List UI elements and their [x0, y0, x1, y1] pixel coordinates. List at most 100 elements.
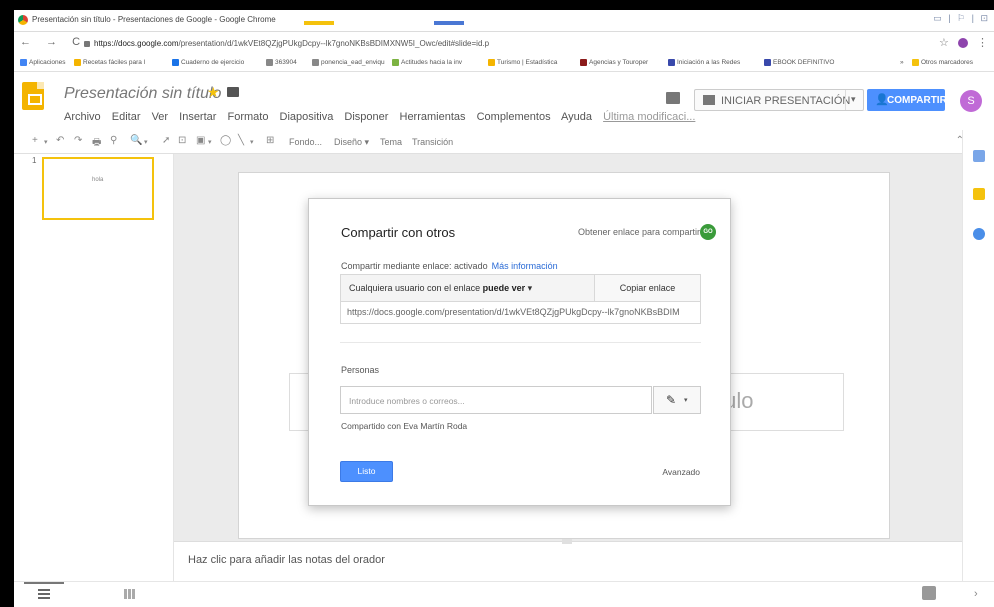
people-input[interactable]: Introduce nombres o correos...: [340, 386, 652, 414]
done-button[interactable]: Listo: [340, 461, 393, 482]
menu-herramientas[interactable]: Herramientas: [400, 111, 466, 123]
filmstrip: 1 hola: [14, 154, 174, 581]
bookmark-favicon: [764, 59, 771, 66]
explore-icon[interactable]: [922, 586, 936, 600]
advanced-link[interactable]: Avanzado: [662, 467, 700, 477]
bookmarks-bar: Aplicaciones Recetas fáciles para l Cuad…: [14, 54, 994, 72]
menu-insertar[interactable]: Insertar: [179, 111, 216, 123]
last-edit-link[interactable]: Última modificaci...: [603, 111, 695, 123]
tab-indicator[interactable]: [304, 21, 334, 25]
dialog-divider: [340, 342, 701, 343]
bookmark-item[interactable]: Actitudes hacia la inv: [392, 59, 462, 66]
people-label: Personas: [341, 365, 380, 375]
transition-button[interactable]: Transición: [412, 137, 453, 147]
share-dialog: Compartir con otros Obtener enlace para …: [308, 198, 731, 506]
menu-editar[interactable]: Editar: [112, 111, 141, 123]
zoom-dropdown-icon[interactable]: ▾: [144, 138, 148, 146]
link-access-row: Cualquiera usuario con el enlace puede v…: [340, 274, 701, 302]
present-button[interactable]: INICIAR PRESENTACIÓN ▾: [694, 89, 864, 111]
new-slide-icon[interactable]: +: [32, 135, 38, 146]
bookmark-item[interactable]: Agencias y Touroper: [580, 59, 648, 66]
notes-resize-handle[interactable]: [562, 539, 572, 544]
shape-icon[interactable]: ◯: [220, 135, 231, 146]
folder-icon: [912, 59, 919, 66]
bookmark-item[interactable]: EBOOK DEFINITIVO: [764, 59, 834, 66]
browser-menu-icon[interactable]: ⋮: [977, 37, 988, 49]
permission-dropdown[interactable]: ✎ ▾: [653, 386, 701, 414]
expand-panel-icon[interactable]: ›: [974, 588, 978, 600]
redo-icon[interactable]: ↷: [74, 135, 82, 146]
more-info-link[interactable]: Más información: [492, 261, 558, 271]
get-shareable-link[interactable]: Obtener enlace para compartir: [578, 227, 700, 237]
menu-diapositiva[interactable]: Diapositiva: [280, 111, 334, 123]
link-access-select[interactable]: Cualquiera usuario con el enlace puede v…: [341, 275, 594, 301]
window-titlebar: Presentación sin título - Presentaciones…: [14, 10, 994, 32]
image-icon[interactable]: ▣: [196, 135, 205, 146]
menu-archivo[interactable]: Archivo: [64, 111, 101, 123]
link-toggle-icon[interactable]: GO: [700, 224, 716, 240]
zoom-icon[interactable]: 🔍: [130, 135, 142, 146]
speaker-notes[interactable]: Haz clic para añadir las notas del orado…: [174, 539, 962, 581]
comment-add-icon[interactable]: ⊞: [266, 135, 274, 146]
paint-format-icon[interactable]: ⚲: [110, 135, 117, 146]
new-slide-dropdown-icon[interactable]: ▾: [44, 138, 48, 146]
slide-thumbnail[interactable]: hola: [42, 157, 154, 220]
address-bar: ← → C https://docs.google.com/presentati…: [14, 32, 994, 54]
document-title[interactable]: Presentación sin título: [64, 85, 221, 103]
bookmark-item[interactable]: Aplicaciones: [20, 59, 66, 66]
bookmark-item[interactable]: Turismo | Estadística: [488, 59, 557, 66]
url-input[interactable]: https://docs.google.com/presentation/d/1…: [80, 36, 920, 51]
bookmark-item[interactable]: Recetas fáciles para l: [74, 59, 145, 66]
share-url-field[interactable]: https://docs.google.com/presentation/d/1…: [340, 302, 701, 324]
slides-logo-icon[interactable]: [22, 82, 44, 110]
undo-icon[interactable]: ↶: [56, 135, 64, 146]
slide-thumbnail-text: hola: [92, 177, 104, 183]
bookmark-favicon: [74, 59, 81, 66]
background-button[interactable]: Fondo...: [289, 137, 322, 147]
menu-disponer[interactable]: Disponer: [344, 111, 388, 123]
bookmark-item[interactable]: ponencia_ead_enviqu: [312, 59, 385, 66]
bookmarks-overflow[interactable]: »: [900, 59, 904, 66]
window-title: Presentación sin título - Presentaciones…: [32, 15, 276, 24]
screen: Presentación sin título - Presentaciones…: [14, 10, 994, 607]
present-icon: [703, 95, 715, 105]
line-icon[interactable]: ╲: [238, 135, 244, 146]
browser-nav-buttons[interactable]: ← → C: [20, 36, 86, 48]
layout-button[interactable]: Diseño ▾: [334, 137, 369, 148]
star-icon[interactable]: ★: [207, 84, 220, 101]
dialog-title: Compartir con otros: [341, 225, 456, 240]
tab-strip[interactable]: [244, 21, 624, 32]
present-dropdown-icon[interactable]: ▾: [851, 94, 856, 105]
extension-icon[interactable]: [957, 38, 968, 49]
image-dropdown-icon[interactable]: ▾: [208, 138, 212, 146]
other-bookmarks[interactable]: Otros marcadores: [912, 59, 973, 66]
theme-button[interactable]: Tema: [380, 137, 402, 147]
grid-view-icon[interactable]: [124, 589, 136, 599]
menu-formato[interactable]: Formato: [228, 111, 269, 123]
menu-ayuda[interactable]: Ayuda: [561, 111, 592, 123]
comments-icon[interactable]: [666, 92, 680, 104]
bookmark-item[interactable]: Iniciación a las Redes: [668, 59, 740, 66]
copy-link-button[interactable]: Copiar enlace: [594, 275, 700, 301]
avatar[interactable]: S: [960, 90, 982, 112]
apps-icon: [20, 59, 27, 66]
bookmark-item[interactable]: 363904: [266, 59, 297, 66]
tab-indicator[interactable]: [434, 21, 464, 25]
bookmark-star-icon[interactable]: ☆: [939, 37, 949, 49]
text-box-icon[interactable]: ⊡: [178, 135, 186, 146]
document-icon: [312, 59, 319, 66]
menu-complementos[interactable]: Complementos: [477, 111, 551, 123]
menu-ver[interactable]: Ver: [152, 111, 169, 123]
keep-icon[interactable]: [973, 188, 985, 200]
folder-icon[interactable]: [227, 87, 239, 97]
tasks-icon[interactable]: [973, 228, 985, 240]
print-icon[interactable]: 🖶: [92, 135, 101, 152]
share-button[interactable]: 👤 COMPARTIR: [867, 89, 947, 111]
url-host: https://docs.google.com: [94, 39, 179, 48]
calendar-icon[interactable]: [973, 150, 985, 162]
window-controls[interactable]: ▭ | ⚐ | ⊡: [933, 13, 990, 24]
line-dropdown-icon[interactable]: ▾: [250, 138, 254, 146]
bookmark-item[interactable]: Cuaderno de ejercicio: [172, 59, 244, 66]
filmstrip-view-icon[interactable]: [38, 589, 50, 599]
select-cursor-icon[interactable]: ➚: [162, 135, 170, 146]
